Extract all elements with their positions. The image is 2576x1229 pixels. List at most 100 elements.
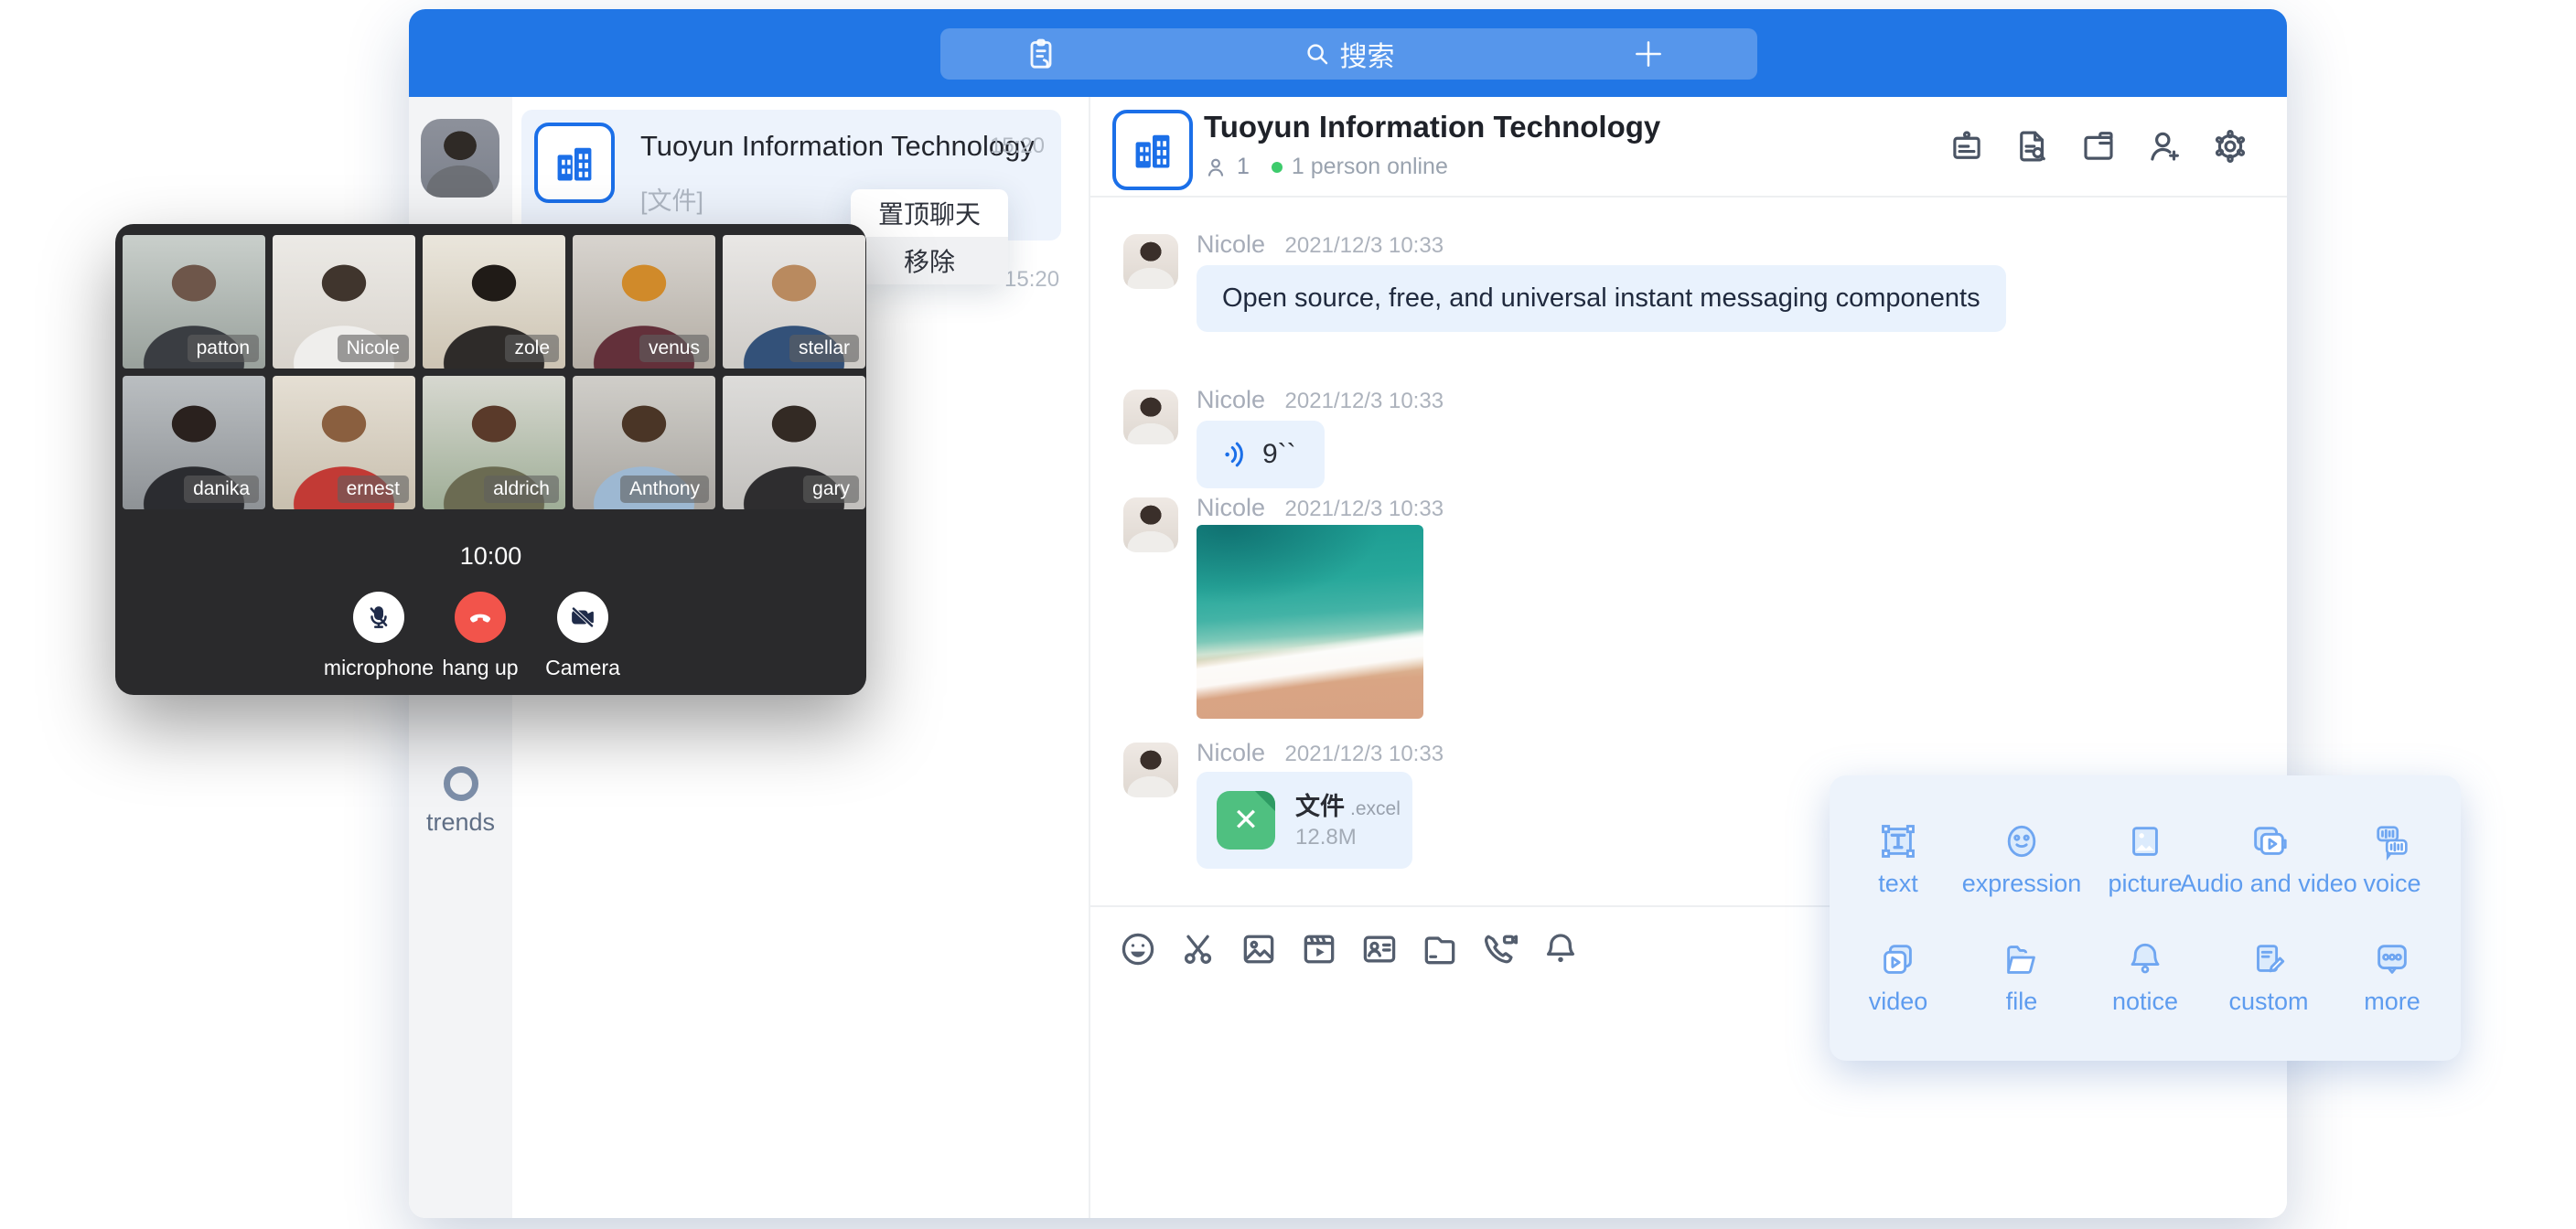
participant-name: ernest xyxy=(338,476,409,503)
text-bubble[interactable]: Open source, free, and universal instant… xyxy=(1197,265,2006,332)
conversation-time: 15:20 xyxy=(990,134,1045,159)
search-bar[interactable]: 搜索 xyxy=(940,28,1757,80)
group-file-icon[interactable] xyxy=(2078,126,2119,166)
search-placeholder: 搜索 xyxy=(1340,34,1395,74)
popup-item-audio-video[interactable]: Audio and video xyxy=(2214,820,2324,898)
sender-avatar[interactable] xyxy=(1123,743,1178,797)
voice-icon xyxy=(2371,820,2413,862)
message-time: 2021/12/3 10:33 xyxy=(1285,233,1444,258)
participant-tile: ernest xyxy=(273,376,415,509)
participant-name: aldrich xyxy=(484,476,559,503)
file-size: 12.8M xyxy=(1295,825,1357,850)
voice-bubble[interactable]: 9`` xyxy=(1197,421,1325,488)
trends-icon[interactable] xyxy=(444,766,478,801)
participant-tile: gary xyxy=(723,376,865,509)
menu-item-pin-chat[interactable]: 置顶聊天 xyxy=(851,189,1008,237)
popup-item-file[interactable]: file xyxy=(1967,938,2077,1016)
popup-item-text[interactable]: text xyxy=(1843,820,1953,898)
video-icon[interactable] xyxy=(1299,929,1339,969)
popup-item-voice[interactable]: voice xyxy=(2337,820,2447,898)
sender-avatar[interactable] xyxy=(1123,234,1178,289)
picture-icon[interactable] xyxy=(1239,929,1279,969)
message-time: 2021/12/3 10:33 xyxy=(1285,742,1444,766)
more-icon xyxy=(2371,938,2413,980)
video-call-window: patton Nicole zole venus stellar danika … xyxy=(115,224,866,695)
menu-item-remove[interactable]: 移除 xyxy=(851,237,1008,284)
sender-name: Nicole xyxy=(1197,739,1265,766)
popup-item-expression[interactable]: picture expression xyxy=(1967,820,2077,898)
popup-item-more[interactable]: more xyxy=(2337,938,2447,1016)
microphone-label: microphone xyxy=(324,656,434,680)
contact-card-icon[interactable] xyxy=(1359,929,1400,969)
group-notice-icon[interactable] xyxy=(1947,126,1987,166)
emoji-icon[interactable] xyxy=(1118,929,1158,969)
trends-label[interactable]: trends xyxy=(409,808,512,837)
online-dot xyxy=(1272,162,1283,173)
organization-icon xyxy=(534,123,615,203)
chat-meta: 1 1 person online xyxy=(1204,154,1448,180)
conversation-title: Tuoyun Information Technology xyxy=(640,130,1035,163)
notice-bell-icon xyxy=(2124,938,2166,980)
call-timer: 10:00 xyxy=(115,542,866,571)
participant-name: Anthony xyxy=(620,476,709,503)
expression-icon xyxy=(2001,820,2043,862)
hang-up-icon xyxy=(466,603,495,632)
organization-icon xyxy=(1112,110,1193,190)
chat-header: Tuoyun Information Technology 1 1 person… xyxy=(1090,97,2287,198)
microphone-muted-icon xyxy=(365,604,392,631)
sender-avatar[interactable] xyxy=(1123,390,1178,444)
text-icon xyxy=(1877,820,1919,862)
sender-name: Nicole xyxy=(1197,230,1265,258)
search-icon xyxy=(1304,40,1331,68)
chat-header-tools xyxy=(1947,126,2250,166)
file-name: 文件 xyxy=(1295,793,1345,820)
message-time: 2021/12/3 10:33 xyxy=(1285,389,1444,413)
sender-avatar[interactable] xyxy=(1123,497,1178,552)
folder-icon[interactable] xyxy=(1420,929,1460,969)
settings-icon[interactable] xyxy=(2210,126,2250,166)
participant-name: gary xyxy=(803,476,859,503)
chat-record-icon[interactable] xyxy=(2012,126,2053,166)
participant-name: venus xyxy=(639,335,709,362)
camera-muted-icon xyxy=(569,604,596,631)
notice-bell-icon[interactable] xyxy=(1540,929,1581,969)
chat-title: Tuoyun Information Technology xyxy=(1204,110,1660,144)
sender-name: Nicole xyxy=(1197,494,1265,521)
voice-wave-icon xyxy=(1222,439,1250,470)
my-avatar[interactable] xyxy=(421,119,499,198)
participant-tile: stellar xyxy=(723,235,865,369)
members-icon xyxy=(1204,155,1228,179)
hang-up-button[interactable] xyxy=(455,592,506,643)
participant-tile: venus xyxy=(573,235,715,369)
add-icon[interactable] xyxy=(1631,37,1666,71)
video-icon xyxy=(1877,938,1919,980)
audio-video-call-icon[interactable] xyxy=(1480,929,1520,969)
participant-name: danika xyxy=(184,476,259,503)
participant-tile: zole xyxy=(423,235,565,369)
camera-mute-button[interactable] xyxy=(557,592,608,643)
participant-name: patton xyxy=(188,335,259,362)
camera-label: Camera xyxy=(545,656,620,680)
participant-name: Nicole xyxy=(338,335,409,362)
popup-item-custom[interactable]: custom xyxy=(2214,938,2324,1016)
image-attachment-beach[interactable] xyxy=(1197,525,1423,719)
add-member-icon[interactable] xyxy=(2144,126,2184,166)
participant-tile: aldrich xyxy=(423,376,565,509)
microphone-mute-button[interactable] xyxy=(353,592,404,643)
screenshot-icon[interactable] xyxy=(1178,929,1218,969)
popup-item-video[interactable]: video xyxy=(1843,938,1953,1016)
participant-name: zole xyxy=(505,335,559,362)
conversation-time: 15:20 xyxy=(1004,267,1059,293)
participant-tile: danika xyxy=(123,376,265,509)
file-folder-icon xyxy=(2001,938,2043,980)
conversation-preview: [文件] xyxy=(640,181,703,217)
member-count: 1 xyxy=(1237,154,1250,180)
participant-tile: Nicole xyxy=(273,235,415,369)
participant-name: stellar xyxy=(789,335,859,362)
participant-tile: patton xyxy=(123,235,265,369)
message-type-popup: text picture expression picture xyxy=(1830,775,2461,1061)
file-bubble[interactable]: ✕ 文件.excel 12.8M xyxy=(1197,772,1412,869)
excel-file-icon: ✕ xyxy=(1217,791,1275,850)
popup-item-notice[interactable]: notice xyxy=(2090,938,2200,1016)
sender-name: Nicole xyxy=(1197,386,1265,413)
